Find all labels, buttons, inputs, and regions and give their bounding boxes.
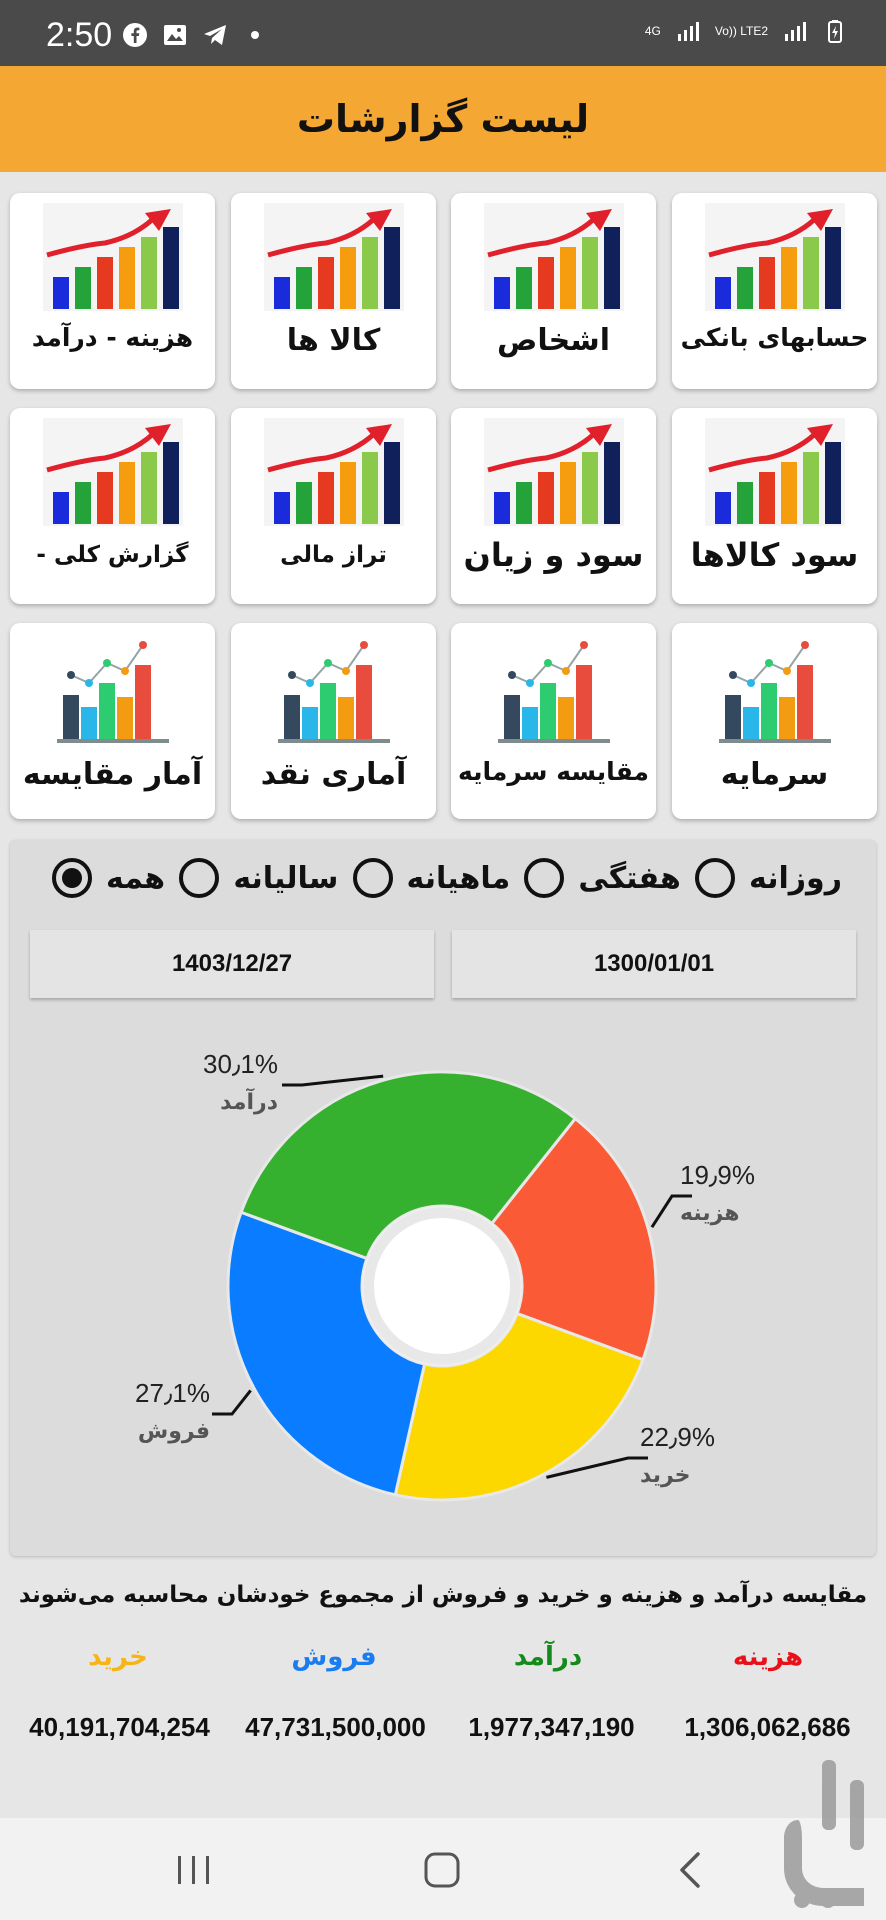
- report-card-label: آمار مقایسه: [22, 757, 203, 792]
- slice-percent-label: 27٫1%: [135, 1378, 210, 1408]
- summary-label-sales: فروش: [291, 1642, 377, 1672]
- radio-checked-icon[interactable]: [52, 858, 92, 898]
- status-bar: 2:50 4G Vo)) LTE2: [0, 0, 886, 66]
- report-card-label: مقایسه سرمایه: [457, 757, 650, 786]
- report-card-label: آماری نقد: [260, 757, 407, 792]
- donut-chart: 19٫9% هزینه 22٫9% خرید 27٫1% فروش 30٫1% درآمد: [0, 1030, 886, 1550]
- report-card[interactable]: هزینه - درآمد: [10, 193, 215, 389]
- slice-name-label: هزینه: [680, 1201, 740, 1226]
- home-button[interactable]: [412, 1840, 472, 1900]
- comparison-note: مقایسه درآمد و هزینه و خرید و فروش از مج…: [18, 1582, 868, 1608]
- radio-unchecked-icon[interactable]: [352, 858, 393, 898]
- slice-percent-label: 22٫9%: [640, 1422, 715, 1452]
- rising-bar-chart-icon: [704, 203, 845, 311]
- report-card-label: اشخاص: [496, 323, 611, 358]
- rising-bar-chart-icon: [263, 418, 404, 526]
- slice-name-label: خرید: [640, 1463, 691, 1488]
- period-radio-label: هفتگی: [578, 860, 681, 896]
- report-card[interactable]: سود کالاها: [672, 408, 877, 604]
- period-radio-option[interactable]: همه: [52, 858, 165, 898]
- rising-bar-chart-icon: [42, 203, 183, 311]
- summary-label-expense: هزینه: [732, 1642, 804, 1672]
- period-radio-option[interactable]: سالیانه: [179, 858, 338, 898]
- summary-value-purchase: 40,191,704,254: [29, 1712, 210, 1742]
- trend-bar-chart-icon: [497, 641, 610, 743]
- summary-value-sales: 47,731,500,000: [245, 1712, 426, 1742]
- period-radio-option[interactable]: ماهیانه: [352, 858, 511, 898]
- status-time: 2:50: [46, 16, 113, 54]
- report-card-label: گزارش کلی -: [36, 542, 189, 568]
- slice-leader-line: [212, 1389, 252, 1416]
- telegram-icon: [204, 25, 226, 45]
- donut-center-hole: [374, 1218, 510, 1354]
- rising-bar-chart-icon: [42, 418, 183, 526]
- summary-labels: هزینه درآمد فروش خرید: [0, 1642, 886, 1682]
- report-card[interactable]: آمار مقایسه: [10, 623, 215, 819]
- page-title: لیست گزارشات: [296, 97, 590, 141]
- radio-unchecked-icon[interactable]: [695, 858, 736, 898]
- report-card[interactable]: کالا ها: [231, 193, 436, 389]
- back-button[interactable]: [660, 1840, 720, 1900]
- slice-name-label: درآمد: [220, 1087, 278, 1115]
- slice-percent-label: 30٫1%: [203, 1049, 278, 1079]
- report-card-label: هزینه - درآمد: [31, 323, 194, 352]
- period-radio-label: روزانه: [749, 860, 842, 896]
- summary-value-expense: 1,306,062,686: [684, 1712, 851, 1742]
- summary-label-purchase: خرید: [88, 1642, 148, 1672]
- rising-bar-chart-icon: [263, 203, 404, 311]
- trend-bar-chart-icon: [277, 641, 390, 743]
- summary-label-income: درآمد: [513, 1642, 583, 1672]
- trend-bar-chart-icon: [718, 641, 831, 743]
- donut-chart-svg: 19٫9% هزینه 22٫9% خرید 27٫1% فروش 30٫1% درآمد: [135, 1049, 755, 1502]
- trend-bar-chart-icon: [56, 641, 169, 743]
- report-card-label: تراز مالی: [280, 542, 387, 568]
- summary-values: 1,306,062,686 1,977,347,190 47,731,500,0…: [0, 1712, 886, 1752]
- radio-unchecked-icon[interactable]: [524, 858, 565, 898]
- report-card[interactable]: سرمایه: [672, 623, 877, 819]
- period-radio-label: سالیانه: [233, 860, 339, 896]
- gallery-icon: [164, 25, 186, 45]
- report-card-label: حسابهای بانکی: [680, 323, 869, 352]
- report-card-label: کالا ها: [286, 323, 381, 358]
- report-card[interactable]: سود و زیان: [451, 408, 656, 604]
- notification-dot-icon: [251, 31, 259, 39]
- lte-label: Vo)) LTE2: [714, 24, 768, 38]
- recents-button[interactable]: [164, 1840, 224, 1900]
- slice-percent-label: 19٫9%: [680, 1160, 755, 1190]
- signal-2-icon: [785, 22, 806, 41]
- watermark-logo: [784, 1760, 864, 1908]
- date-from-field[interactable]: 1300/01/01: [452, 930, 856, 998]
- report-card-label: سرمایه: [720, 757, 829, 792]
- report-card[interactable]: مقایسه سرمایه: [451, 623, 656, 819]
- rising-bar-chart-icon: [704, 418, 845, 526]
- report-card[interactable]: تراز مالی: [231, 408, 436, 604]
- app-bar: لیست گزارشات: [0, 66, 886, 172]
- period-filter: روزانه هفتگی ماهیانه سالیانه همه: [52, 852, 842, 904]
- slice-name-label: فروش: [138, 1419, 210, 1444]
- system-nav-bar: [0, 1818, 886, 1920]
- period-radio-option[interactable]: هفتگی: [524, 858, 681, 898]
- report-card-label: سود و زیان: [463, 536, 644, 574]
- report-card-label: سود کالاها: [690, 536, 859, 574]
- report-card[interactable]: اشخاص: [451, 193, 656, 389]
- date-to-field[interactable]: 1403/12/27: [30, 930, 434, 998]
- battery-charging-icon: [828, 20, 842, 43]
- facebook-icon: [123, 23, 147, 47]
- period-radio-option[interactable]: روزانه: [695, 858, 842, 898]
- report-card[interactable]: گزارش کلی -: [10, 408, 215, 604]
- period-radio-label: ماهیانه: [406, 860, 511, 896]
- rising-bar-chart-icon: [483, 203, 624, 311]
- rising-bar-chart-icon: [483, 418, 624, 526]
- summary-value-income: 1,977,347,190: [468, 1712, 635, 1742]
- period-radio-label: همه: [106, 860, 166, 896]
- network-type-label: 4G: [644, 24, 661, 38]
- radio-unchecked-icon[interactable]: [179, 858, 220, 898]
- report-card[interactable]: حسابهای بانکی: [672, 193, 877, 389]
- report-card[interactable]: آماری نقد: [231, 623, 436, 819]
- signal-1-icon: [677, 22, 699, 41]
